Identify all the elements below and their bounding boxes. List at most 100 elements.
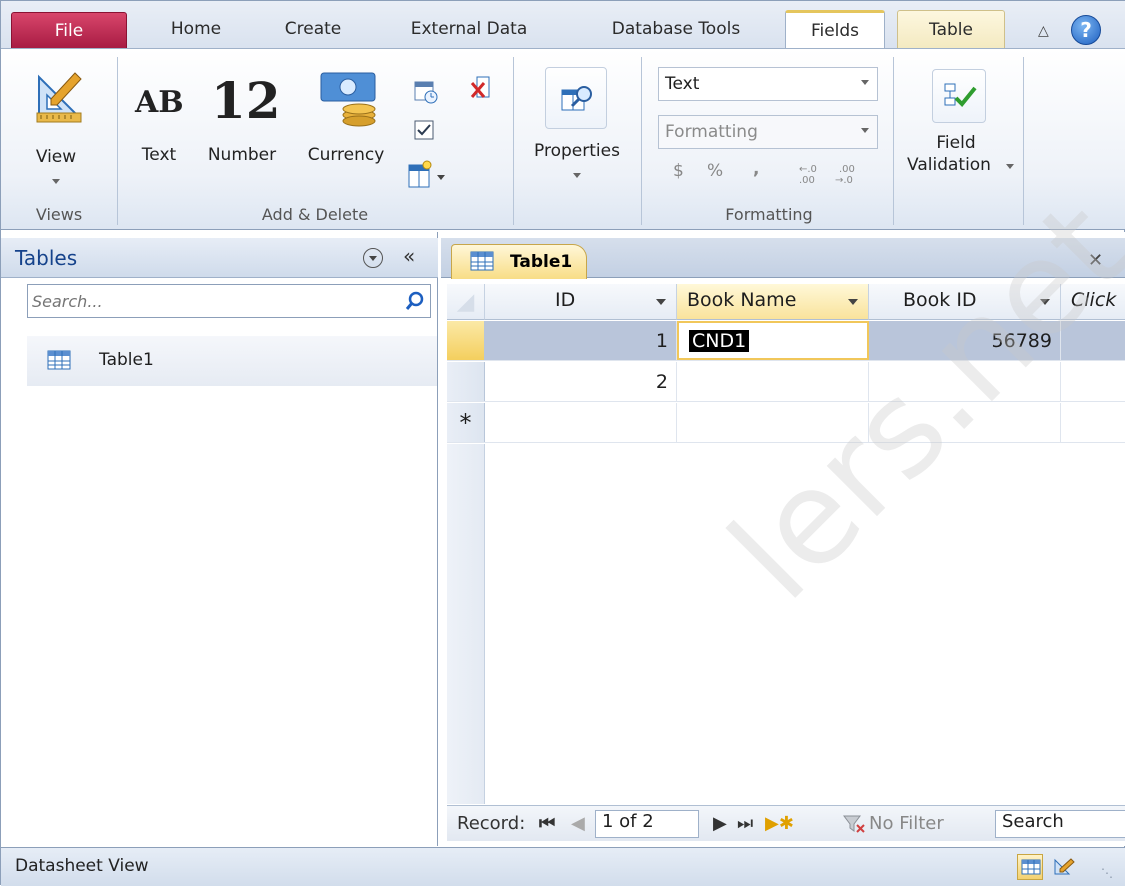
cell-click-to-add[interactable] [1061,321,1125,360]
cell-book-name[interactable] [677,362,869,401]
currency-field-label: Currency [307,145,385,165]
search-icon[interactable] [404,290,426,312]
field-validation-button[interactable]: Field Validation [894,67,1018,189]
decrease-decimals-icon[interactable]: .00 →.0 [833,163,867,185]
document-tab-bar: Table1 ✕ [441,238,1125,279]
view-label: View [35,147,77,167]
datasheet-document: Table1 ✕ ID Book Name Book ID Click 1 CN… [441,232,1125,846]
group-separator [117,57,118,225]
previous-record-icon[interactable]: ◀ [571,813,585,834]
record-navigation-bar: Record: ⏮ ◀ 1 of 2 ▶ ⏭ ▶✱ No Filter Sear… [447,805,1125,841]
no-filter-button[interactable]: No Filter [869,813,944,834]
column-header-click-to-add[interactable]: Click [1061,284,1125,320]
record-selector[interactable] [447,321,485,360]
cell-click-to-add[interactable] [1061,403,1125,442]
text-field-label: Text [141,145,177,165]
record-search-input[interactable]: Search [995,810,1125,838]
chevron-down-icon [861,80,869,85]
last-record-icon[interactable]: ⏭ [737,813,753,834]
select-all-icon [456,293,475,312]
date-time-icon[interactable] [413,79,439,105]
empty-selector-column [447,444,485,804]
table-row[interactable]: 2 [447,362,1125,402]
properties-icon-frame [545,67,607,129]
currency-format-button[interactable]: $ [673,161,684,181]
chevron-down-icon [861,128,869,133]
column-header-id[interactable]: ID [485,284,677,320]
field-validation-label-line2: Validation [907,155,991,175]
currency-icon [320,72,376,127]
cell-id[interactable]: 2 [485,362,677,401]
number-field-button[interactable]: 12 Number [197,71,287,189]
data-type-select[interactable]: Text [658,67,878,101]
cell-book-id[interactable] [869,362,1061,401]
tab-table[interactable]: Table [897,10,1005,48]
nav-menu-chevron-icon[interactable] [363,248,383,268]
column-header-book-name[interactable]: Book Name [677,284,869,320]
tab-database-tools[interactable]: Database Tools [581,10,771,48]
number-field-label: Number [207,145,277,165]
chevron-down-icon[interactable] [1040,299,1050,305]
cell-id[interactable] [485,403,677,442]
nav-item-label: Table1 [99,350,154,370]
resize-grip-icon[interactable]: ⋱ [1101,866,1113,880]
view-button[interactable]: View [19,71,93,191]
next-record-icon[interactable]: ▶ [713,813,727,834]
new-record-row[interactable]: * [447,403,1125,443]
column-header-label: Book Name [687,289,797,311]
new-record-icon[interactable]: ▶✱ [765,813,794,834]
table-icon [470,251,494,271]
table-icon [47,350,71,370]
first-record-icon[interactable]: ⏮ [539,813,555,834]
chevron-down-icon[interactable] [848,299,858,305]
cell-book-id[interactable]: 56789 [869,321,1061,360]
navigation-pane: Tables « Table1 [1,232,438,846]
document-tab-table1[interactable]: Table1 [451,244,587,279]
format-select[interactable]: Formatting [658,115,878,149]
cell-book-name-active[interactable]: CND1 [677,321,869,360]
nav-search-input[interactable] [30,288,390,314]
tab-home[interactable]: Home [151,10,241,48]
data-type-value: Text [665,74,700,94]
cell-click-to-add[interactable] [1061,362,1125,401]
tab-external-data[interactable]: External Data [389,10,549,48]
cell-book-name[interactable] [677,403,869,442]
currency-field-button[interactable]: Currency [291,67,401,189]
status-bar: Datasheet View ⋱ [1,847,1125,886]
nav-item-table1[interactable]: Table1 [27,336,437,386]
select-all-corner[interactable] [447,284,485,320]
group-separator [641,57,642,225]
increase-decimals-icon[interactable]: ←.0 .00 [791,163,825,185]
nav-pane-header[interactable]: Tables « [1,238,438,278]
comma-format-button[interactable]: , [753,159,759,179]
cell-book-id[interactable] [869,403,1061,442]
views-group-label: Views [35,204,83,224]
access-window: File Home Create External Data Database … [0,0,1125,886]
text-field-icon: AB [135,85,184,120]
record-selector[interactable] [447,362,485,401]
collapse-pane-icon[interactable]: « [403,244,415,268]
table-row[interactable]: 1 CND1 56789 [447,321,1125,361]
text-field-button[interactable]: AB Text [129,79,189,189]
svg-text:→.0: →.0 [835,175,853,185]
percent-format-button[interactable]: % [707,161,723,181]
record-label: Record: [457,813,526,834]
tab-file[interactable]: File [11,12,127,49]
minimize-ribbon-icon[interactable]: △ [1038,23,1054,39]
chevron-down-icon[interactable] [656,299,666,305]
column-header-book-id[interactable]: Book ID [869,284,1061,320]
design-view-status-icon[interactable] [1053,858,1075,878]
help-icon[interactable]: ? [1071,15,1101,45]
tab-fields[interactable]: Fields [785,10,885,48]
group-separator [513,57,514,225]
more-fields-icon[interactable] [407,159,449,189]
record-position-input[interactable]: 1 of 2 [595,810,699,838]
close-document-icon[interactable]: ✕ [1088,250,1103,271]
cell-id[interactable]: 1 [485,321,677,360]
delete-field-icon[interactable] [469,75,495,103]
yes-no-checkbox-icon[interactable] [413,119,435,141]
datasheet-view-button[interactable] [1017,854,1043,880]
column-header-label: Book ID [903,289,977,311]
tab-create[interactable]: Create [263,10,363,48]
properties-button[interactable]: Properties [521,67,633,189]
